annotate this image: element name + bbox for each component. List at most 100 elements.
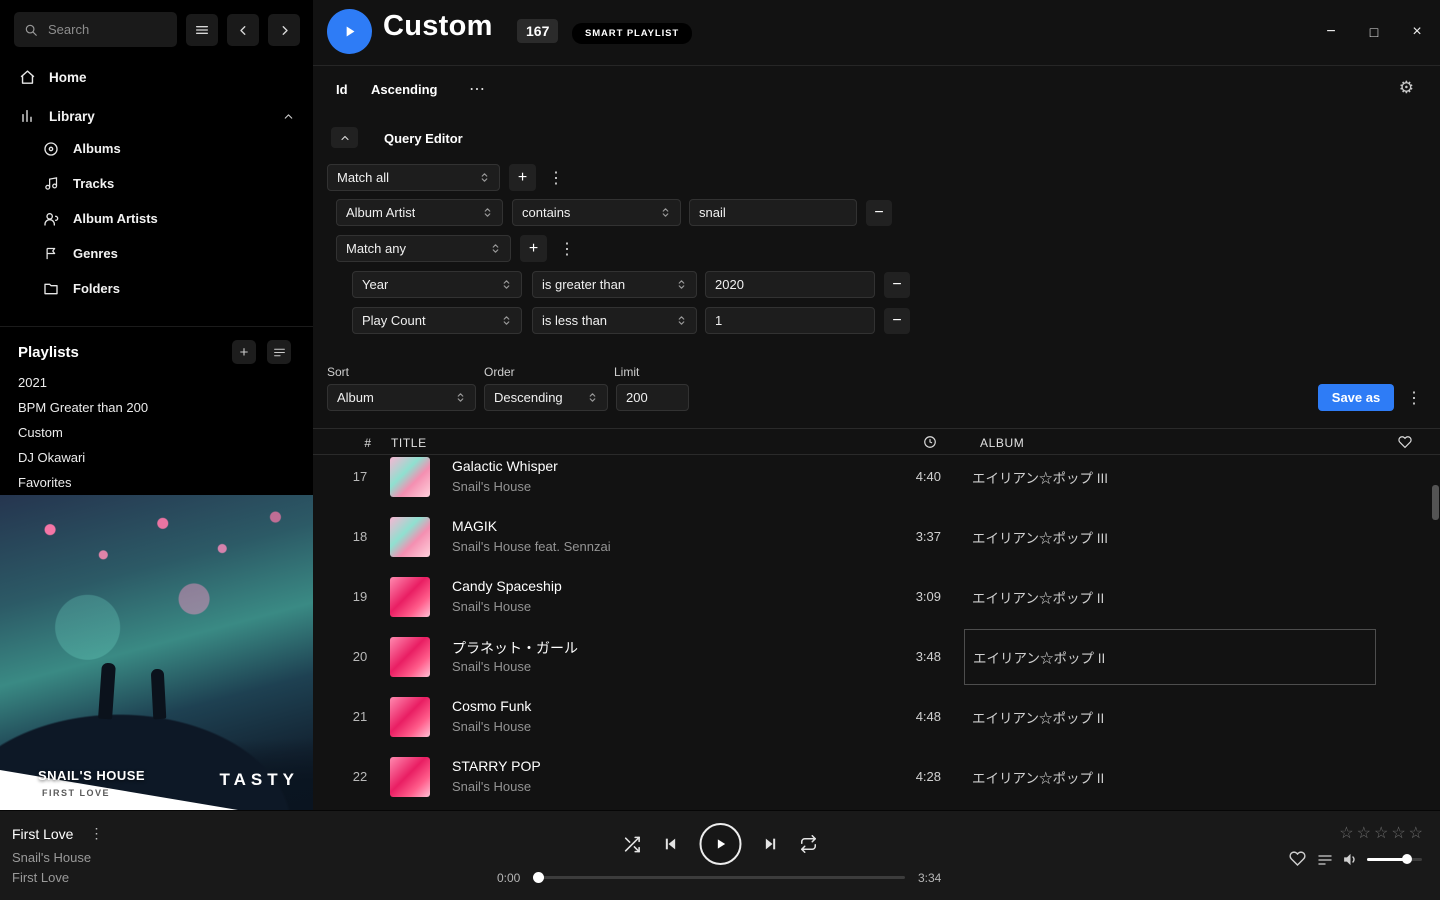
- track-title[interactable]: Galactic Whisper: [452, 458, 558, 474]
- track-artist[interactable]: Snail's House: [452, 479, 531, 494]
- rule1-value-input[interactable]: [689, 199, 857, 226]
- queue-button[interactable]: [1317, 852, 1333, 868]
- track-title[interactable]: プラネット・ガール: [452, 638, 578, 658]
- sidebar-item-folders[interactable]: Folders: [0, 271, 313, 306]
- star-icon[interactable]: ☆: [1391, 825, 1408, 842]
- track-title[interactable]: Candy Spaceship: [452, 578, 562, 594]
- sidebar-item-albums[interactable]: Albums: [0, 131, 313, 166]
- column-album[interactable]: ALBUM: [980, 436, 1024, 450]
- now-playing-menu-button[interactable]: ⋮: [89, 825, 103, 842]
- track-artist[interactable]: Snail's House: [452, 659, 531, 674]
- play-playlist-button[interactable]: [327, 9, 372, 54]
- sort-select[interactable]: Album: [327, 384, 476, 411]
- rule1-field-select[interactable]: Album Artist: [336, 199, 503, 226]
- track-title[interactable]: STARRY POP: [452, 758, 541, 774]
- sidebar-item-tracks[interactable]: Tracks: [0, 166, 313, 201]
- seek-slider[interactable]: [535, 876, 905, 879]
- now-playing-title[interactable]: First Love: [12, 826, 73, 842]
- group-menu-button[interactable]: ⋮: [557, 235, 577, 262]
- forward-button[interactable]: [268, 14, 300, 46]
- previous-button[interactable]: [663, 836, 679, 852]
- track-artist[interactable]: Snail's House: [452, 779, 531, 794]
- track-album[interactable]: エイリアン☆ポップ III: [964, 509, 1376, 565]
- seek-handle[interactable]: [533, 872, 544, 883]
- match-any-select[interactable]: Match any: [336, 235, 511, 262]
- add-rule-button[interactable]: +: [509, 164, 536, 191]
- add-playlist-button[interactable]: +: [232, 340, 256, 364]
- save-as-button[interactable]: Save as: [1318, 384, 1394, 411]
- track-album[interactable]: エイリアン☆ポップ II: [964, 629, 1376, 685]
- track-title[interactable]: Cosmo Funk: [452, 698, 531, 714]
- chevron-up-icon[interactable]: [282, 110, 295, 123]
- sort-field-button[interactable]: Id: [336, 82, 348, 97]
- window-minimize-button[interactable]: −: [1320, 20, 1342, 44]
- track-album[interactable]: エイリアン☆ポップ III: [964, 449, 1376, 505]
- scrollbar-thumb[interactable]: [1432, 485, 1439, 520]
- playlist-item[interactable]: BPM Greater than 200: [0, 395, 313, 420]
- star-icon[interactable]: ☆: [1409, 825, 1426, 842]
- track-album[interactable]: エイリアン☆ポップ II: [964, 569, 1376, 625]
- table-row[interactable]: 22 STARRY POP Snail's House 4:28 エイリアン☆ポ…: [313, 747, 1440, 807]
- add-group-rule-button[interactable]: +: [520, 235, 547, 262]
- column-index[interactable]: #: [353, 436, 383, 450]
- heart-icon[interactable]: [1398, 435, 1412, 449]
- table-row[interactable]: 18 MAGIK Snail's House feat. Sennzai 3:3…: [313, 507, 1440, 567]
- rule3-value-input[interactable]: [705, 307, 875, 334]
- star-icon[interactable]: ☆: [1357, 825, 1374, 842]
- playlist-item[interactable]: DJ Okawari: [0, 445, 313, 470]
- sidebar-item-album-artists[interactable]: Album Artists: [0, 201, 313, 236]
- save-menu-button[interactable]: ⋮: [1404, 384, 1424, 411]
- window-maximize-button[interactable]: □: [1363, 20, 1385, 44]
- remove-rule2-button[interactable]: −: [884, 272, 910, 298]
- limit-input[interactable]: [616, 384, 689, 411]
- track-artist[interactable]: Snail's House: [452, 719, 531, 734]
- sidebar-item-library[interactable]: Library: [0, 101, 313, 131]
- column-title[interactable]: TITLE: [391, 436, 427, 450]
- now-playing-artwork[interactable]: SNAIL'S HOUSE FIRST LOVE TASTY: [0, 495, 313, 810]
- now-playing-album[interactable]: First Love: [12, 870, 69, 885]
- rating-stars[interactable]: ☆☆☆☆☆: [1339, 823, 1426, 843]
- match-all-select[interactable]: Match all: [327, 164, 500, 191]
- settings-gear-button[interactable]: ⚙: [1393, 77, 1420, 99]
- volume-handle[interactable]: [1402, 854, 1412, 864]
- rule1-operator-select[interactable]: contains: [512, 199, 681, 226]
- play-pause-button[interactable]: [700, 823, 742, 865]
- playlist-item[interactable]: 2021: [0, 370, 313, 395]
- query-editor-collapse-button[interactable]: [331, 127, 358, 148]
- repeat-button[interactable]: [800, 835, 818, 853]
- table-row[interactable]: 19 Candy Spaceship Snail's House 3:09 エイ…: [313, 567, 1440, 627]
- shuffle-button[interactable]: [623, 835, 642, 854]
- back-button[interactable]: [227, 14, 259, 46]
- volume-button[interactable]: [1342, 851, 1359, 868]
- clock-icon[interactable]: [923, 435, 937, 449]
- rule2-value-input[interactable]: [705, 271, 875, 298]
- track-album[interactable]: エイリアン☆ポップ II: [964, 749, 1376, 805]
- search-box[interactable]: [14, 12, 177, 47]
- table-row[interactable]: 21 Cosmo Funk Snail's House 4:48 エイリアン☆ポ…: [313, 687, 1440, 747]
- rule2-field-select[interactable]: Year: [352, 271, 522, 298]
- next-button[interactable]: [763, 836, 779, 852]
- volume-slider[interactable]: [1367, 858, 1422, 861]
- rule2-operator-select[interactable]: is greater than: [532, 271, 697, 298]
- favorite-button[interactable]: [1289, 850, 1306, 867]
- track-album[interactable]: エイリアン☆ポップ II: [964, 689, 1376, 745]
- table-row[interactable]: 20 プラネット・ガール Snail's House 3:48 エイリアン☆ポッ…: [313, 627, 1440, 687]
- track-artist[interactable]: Snail's House feat. Sennzai: [452, 539, 611, 554]
- search-input[interactable]: [46, 21, 158, 38]
- rule3-field-select[interactable]: Play Count: [352, 307, 522, 334]
- sidebar-item-home[interactable]: Home: [0, 62, 313, 92]
- star-icon[interactable]: ☆: [1374, 825, 1391, 842]
- sidebar-item-genres[interactable]: Genres: [0, 236, 313, 271]
- window-close-button[interactable]: ×: [1406, 20, 1428, 44]
- table-row[interactable]: 17 Galactic Whisper Snail's House 4:40 エ…: [313, 447, 1440, 507]
- star-icon[interactable]: ☆: [1339, 825, 1356, 842]
- track-artist[interactable]: Snail's House: [452, 599, 531, 614]
- rule3-operator-select[interactable]: is less than: [532, 307, 697, 334]
- order-select[interactable]: Descending: [484, 384, 608, 411]
- playlist-item[interactable]: Custom: [0, 420, 313, 445]
- playlist-item[interactable]: Favorites: [0, 470, 313, 495]
- rule-menu-button[interactable]: ⋮: [546, 164, 566, 191]
- now-playing-artist[interactable]: Snail's House: [12, 850, 91, 865]
- sort-order-button[interactable]: Ascending: [371, 82, 437, 97]
- toolbar-more-button[interactable]: ⋯: [463, 78, 491, 100]
